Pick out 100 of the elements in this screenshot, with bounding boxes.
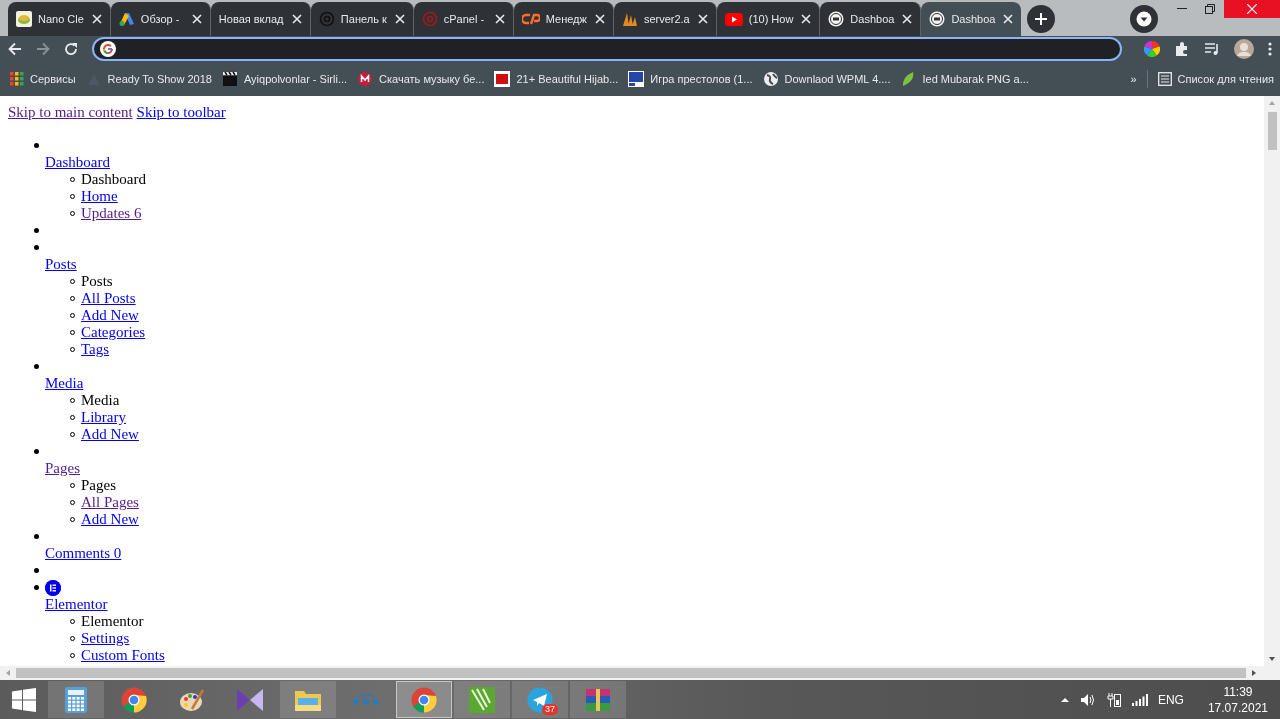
menu-link[interactable]: Pages bbox=[45, 460, 80, 477]
calculator-icon[interactable] bbox=[65, 686, 87, 713]
language-indicator[interactable]: ENG bbox=[1157, 692, 1184, 707]
submenu-link[interactable]: Add New bbox=[81, 307, 139, 324]
taskbar-app-button[interactable] bbox=[570, 681, 626, 718]
close-icon[interactable] bbox=[695, 12, 710, 26]
submenu-link[interactable]: Home bbox=[81, 188, 118, 205]
bookmark-item[interactable]: 21+ Beautiful Hijab... bbox=[494, 71, 619, 87]
puzzle-piece-icon[interactable] bbox=[1174, 41, 1190, 57]
tab-search-button[interactable] bbox=[1130, 5, 1158, 33]
music-logo-icon bbox=[357, 71, 374, 87]
browser-tab[interactable]: Nano Cle bbox=[8, 2, 111, 36]
forward-icon[interactable] bbox=[36, 42, 50, 56]
taskbar-app-button[interactable] bbox=[280, 681, 336, 718]
submenu-link[interactable]: Library bbox=[81, 409, 126, 426]
windows-logo-icon[interactable] bbox=[12, 687, 36, 712]
bookmark-item[interactable]: Игра престолов (1... bbox=[628, 71, 753, 87]
close-icon[interactable] bbox=[1001, 12, 1016, 26]
address-bar[interactable] bbox=[92, 37, 1122, 61]
menu-link[interactable]: Dashboard bbox=[45, 154, 110, 171]
submenu-link[interactable]: All Posts bbox=[81, 290, 136, 307]
menu-link[interactable]: Comments 0 bbox=[45, 545, 122, 562]
browser-tab[interactable]: Панель к bbox=[310, 2, 414, 36]
unread-count-badge: 37 bbox=[542, 704, 558, 715]
bowtie-logo-icon[interactable] bbox=[236, 687, 264, 712]
pen-nib-logo-icon[interactable] bbox=[469, 686, 495, 713]
signal-bars-icon[interactable] bbox=[1131, 693, 1148, 706]
taskbar-app-button[interactable] bbox=[396, 681, 452, 718]
submenu-link[interactable]: Settings bbox=[81, 630, 130, 647]
menu-link[interactable]: Elementor bbox=[45, 596, 108, 613]
close-icon[interactable] bbox=[89, 12, 104, 26]
battery-plug-icon[interactable] bbox=[1105, 691, 1122, 708]
bookmark-item[interactable]: Скачать музыку бе... bbox=[357, 71, 485, 87]
back-icon[interactable] bbox=[8, 42, 22, 56]
bookmark-item[interactable]: Сервисы bbox=[10, 72, 76, 86]
at-sign-icon bbox=[318, 11, 335, 27]
bullet-icon bbox=[34, 364, 39, 369]
skip-link[interactable]: Skip to toolbar bbox=[136, 104, 226, 121]
apps-grid-icon bbox=[10, 72, 24, 86]
more-menu-icon[interactable] bbox=[1268, 41, 1272, 57]
horizontal-scrollbar[interactable] bbox=[0, 666, 1280, 680]
submenu-link[interactable]: Tags bbox=[81, 341, 110, 358]
close-icon[interactable] bbox=[799, 12, 814, 26]
close-icon[interactable] bbox=[189, 12, 204, 26]
bookmark-item[interactable]: Downlaod WPML 4.... bbox=[762, 71, 891, 87]
bookmark-item[interactable]: Ied Mubarak PNG a... bbox=[900, 71, 1029, 87]
paper-plane-logo-icon[interactable] bbox=[527, 686, 553, 713]
close-icon[interactable] bbox=[392, 12, 407, 26]
close-icon[interactable] bbox=[492, 12, 507, 26]
more-bookmarks-button[interactable]: » bbox=[1130, 73, 1137, 85]
speaker-icon[interactable] bbox=[1079, 692, 1096, 707]
browser-tab[interactable]: server2.a bbox=[613, 2, 717, 36]
taskbar-app-button[interactable]: 37 bbox=[512, 681, 568, 718]
elementor-logo-icon bbox=[45, 579, 61, 596]
new-tab-button[interactable] bbox=[1027, 5, 1056, 33]
archive-books-icon[interactable] bbox=[585, 686, 611, 713]
cpanel-logo-icon bbox=[521, 11, 540, 27]
chrome-icon[interactable] bbox=[121, 686, 147, 713]
clock[interactable]: 11:39 17.07.2021 bbox=[1207, 683, 1268, 716]
square-logo-icon bbox=[494, 71, 511, 87]
bookmark-item[interactable]: Ready To Show 2018 bbox=[85, 71, 212, 87]
caret-up-icon[interactable] bbox=[1059, 696, 1070, 703]
browser-tab[interactable]: Новая вклад bbox=[210, 2, 311, 36]
submenu-link[interactable]: Custom Fonts bbox=[81, 647, 165, 664]
playlist-icon[interactable] bbox=[1204, 42, 1220, 56]
bullet-icon bbox=[34, 534, 39, 539]
close-icon[interactable] bbox=[289, 12, 304, 26]
vertical-scrollbar[interactable] bbox=[1264, 96, 1280, 666]
avatar-icon[interactable] bbox=[1234, 39, 1254, 59]
at-sign-icon bbox=[421, 11, 438, 27]
plus-icon bbox=[1034, 12, 1049, 26]
scrollbar-thumb[interactable] bbox=[1267, 112, 1277, 150]
browser-tab[interactable]: Dashboa bbox=[921, 2, 1022, 36]
browser-tab[interactable]: Обзор - bbox=[110, 2, 211, 36]
bullet-icon bbox=[34, 143, 39, 148]
reading-list-button[interactable]: Список для чтения bbox=[1157, 72, 1274, 86]
chrome-icon[interactable] bbox=[411, 686, 437, 713]
skip-link[interactable]: Skip to main content bbox=[8, 104, 133, 121]
bookmark-item[interactable]: Ayiqpolvonlar - Sirli... bbox=[221, 71, 348, 87]
globe-icon bbox=[762, 71, 779, 87]
bullet-icon bbox=[34, 449, 39, 454]
submenu-link[interactable]: Updates 6 bbox=[81, 205, 142, 222]
taskbar-app-button[interactable] bbox=[48, 681, 104, 718]
submenu-link[interactable]: Add New bbox=[81, 511, 139, 528]
menu-link[interactable]: Posts bbox=[45, 256, 77, 273]
close-icon[interactable] bbox=[592, 12, 607, 26]
submenu-link[interactable]: Add New bbox=[81, 426, 139, 443]
submenu-link[interactable]: All Pages bbox=[81, 494, 139, 511]
scroll-right-icon[interactable] bbox=[1250, 668, 1258, 678]
browser-tab[interactable]: (10) How bbox=[716, 2, 821, 36]
color-wheel-icon[interactable] bbox=[1144, 41, 1160, 57]
reload-icon[interactable] bbox=[64, 42, 78, 56]
close-icon[interactable] bbox=[900, 12, 915, 26]
browser-tab[interactable]: cPanel - bbox=[413, 2, 514, 36]
browser-tab[interactable]: Dashboa bbox=[820, 2, 922, 36]
taskbar-app-button[interactable] bbox=[454, 681, 510, 718]
submenu-link[interactable]: Categories bbox=[81, 324, 146, 341]
menu-link[interactable]: Media bbox=[45, 375, 84, 392]
scrollbar-thumb[interactable] bbox=[16, 668, 1246, 678]
browser-tab[interactable]: Менедж bbox=[513, 2, 614, 36]
